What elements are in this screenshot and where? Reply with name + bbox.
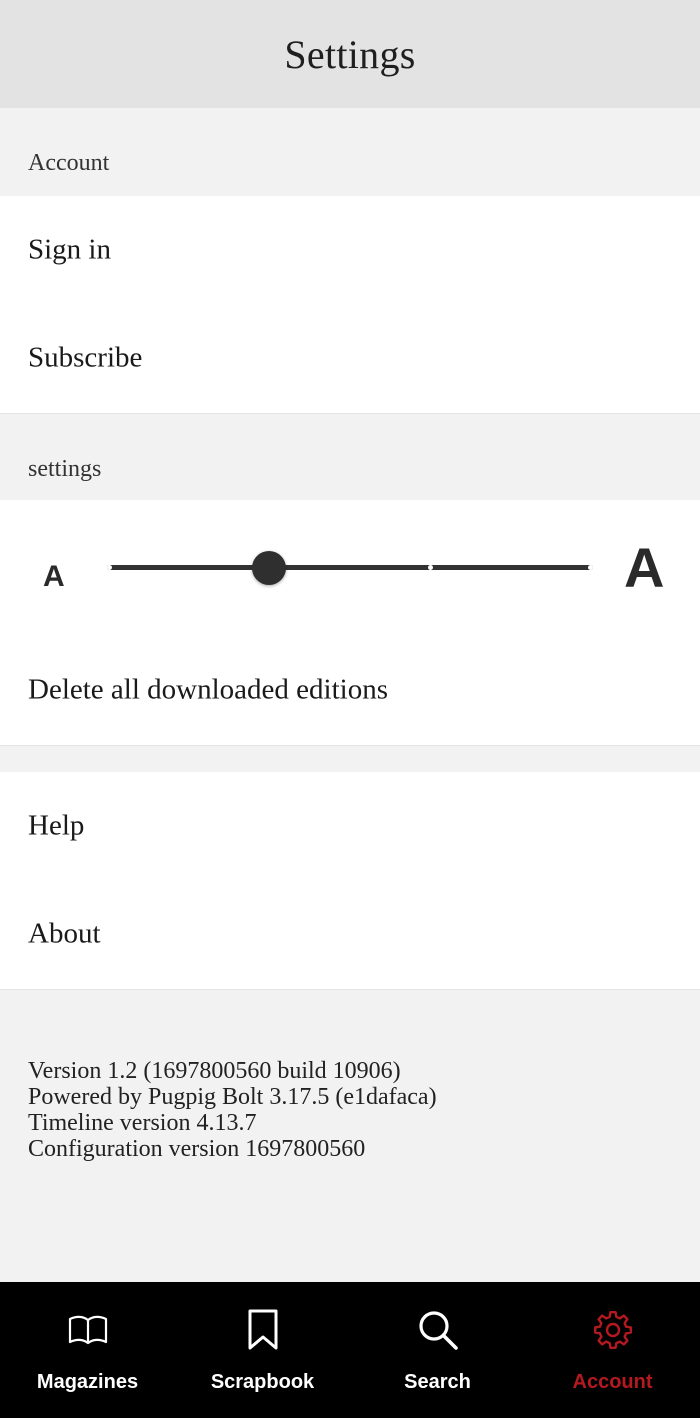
nav-search[interactable]: Search xyxy=(350,1282,525,1418)
settings-section-title: settings xyxy=(28,456,102,482)
sign-in-label: Sign in xyxy=(28,233,111,266)
help-label: Help xyxy=(28,809,85,842)
text-size-slider-track[interactable] xyxy=(107,565,593,570)
small-text-size-icon: A xyxy=(43,560,65,593)
slider-stop xyxy=(427,565,433,570)
subscribe-label: Subscribe xyxy=(28,341,143,374)
large-text-size-icon: A xyxy=(624,536,665,599)
configuration-version-line: Configuration version 1697800560 xyxy=(28,1136,366,1162)
divider xyxy=(0,989,700,990)
app-header: Settings xyxy=(0,0,700,108)
timeline-version-line: Timeline version 4.13.7 xyxy=(28,1110,257,1136)
version-line: Version 1.2 (1697800560 build 10906) xyxy=(28,1058,401,1084)
account-section-header: Account xyxy=(0,108,700,196)
page-title: Settings xyxy=(284,31,416,77)
nav-magazines[interactable]: Magazines xyxy=(0,1282,175,1418)
about-row[interactable]: About xyxy=(0,880,700,988)
bookmark-icon xyxy=(248,1309,277,1350)
nav-account[interactable]: Account xyxy=(525,1282,700,1418)
account-section-title: Account xyxy=(28,150,110,176)
sign-in-row[interactable]: Sign in xyxy=(0,196,700,304)
powered-by-line: Powered by Pugpig Bolt 3.17.5 (e1dafaca) xyxy=(28,1084,437,1110)
version-info: Version 1.2 (1697800560 build 10906) Pow… xyxy=(28,1058,437,1162)
slider-stop xyxy=(588,565,593,570)
slider-stop xyxy=(107,565,112,570)
text-size-slider-thumb[interactable] xyxy=(252,550,286,585)
nav-label-scrapbook: Scrapbook xyxy=(210,1371,315,1393)
delete-downloads-row[interactable]: Delete all downloaded editions xyxy=(0,636,700,744)
help-row[interactable]: Help xyxy=(0,772,700,880)
about-label: About xyxy=(28,917,101,950)
gear-icon xyxy=(593,1310,632,1350)
bottom-navigation: Magazines Scrapbook Search Account xyxy=(0,1282,700,1418)
divider xyxy=(0,745,700,746)
account-group: Sign in Subscribe xyxy=(0,196,700,413)
support-group: Help About xyxy=(0,772,700,989)
subscribe-row[interactable]: Subscribe xyxy=(0,304,700,412)
nav-label-account: Account xyxy=(572,1371,653,1393)
open-book-icon xyxy=(68,1315,107,1345)
settings-group: Delete all downloaded editions xyxy=(0,500,700,745)
settings-section-header: settings xyxy=(0,414,700,500)
delete-downloads-label: Delete all downloaded editions xyxy=(28,673,388,706)
nav-scrapbook[interactable]: Scrapbook xyxy=(175,1282,350,1418)
nav-label-magazines: Magazines xyxy=(36,1371,139,1393)
nav-label-search: Search xyxy=(404,1371,471,1393)
search-icon xyxy=(418,1311,458,1350)
